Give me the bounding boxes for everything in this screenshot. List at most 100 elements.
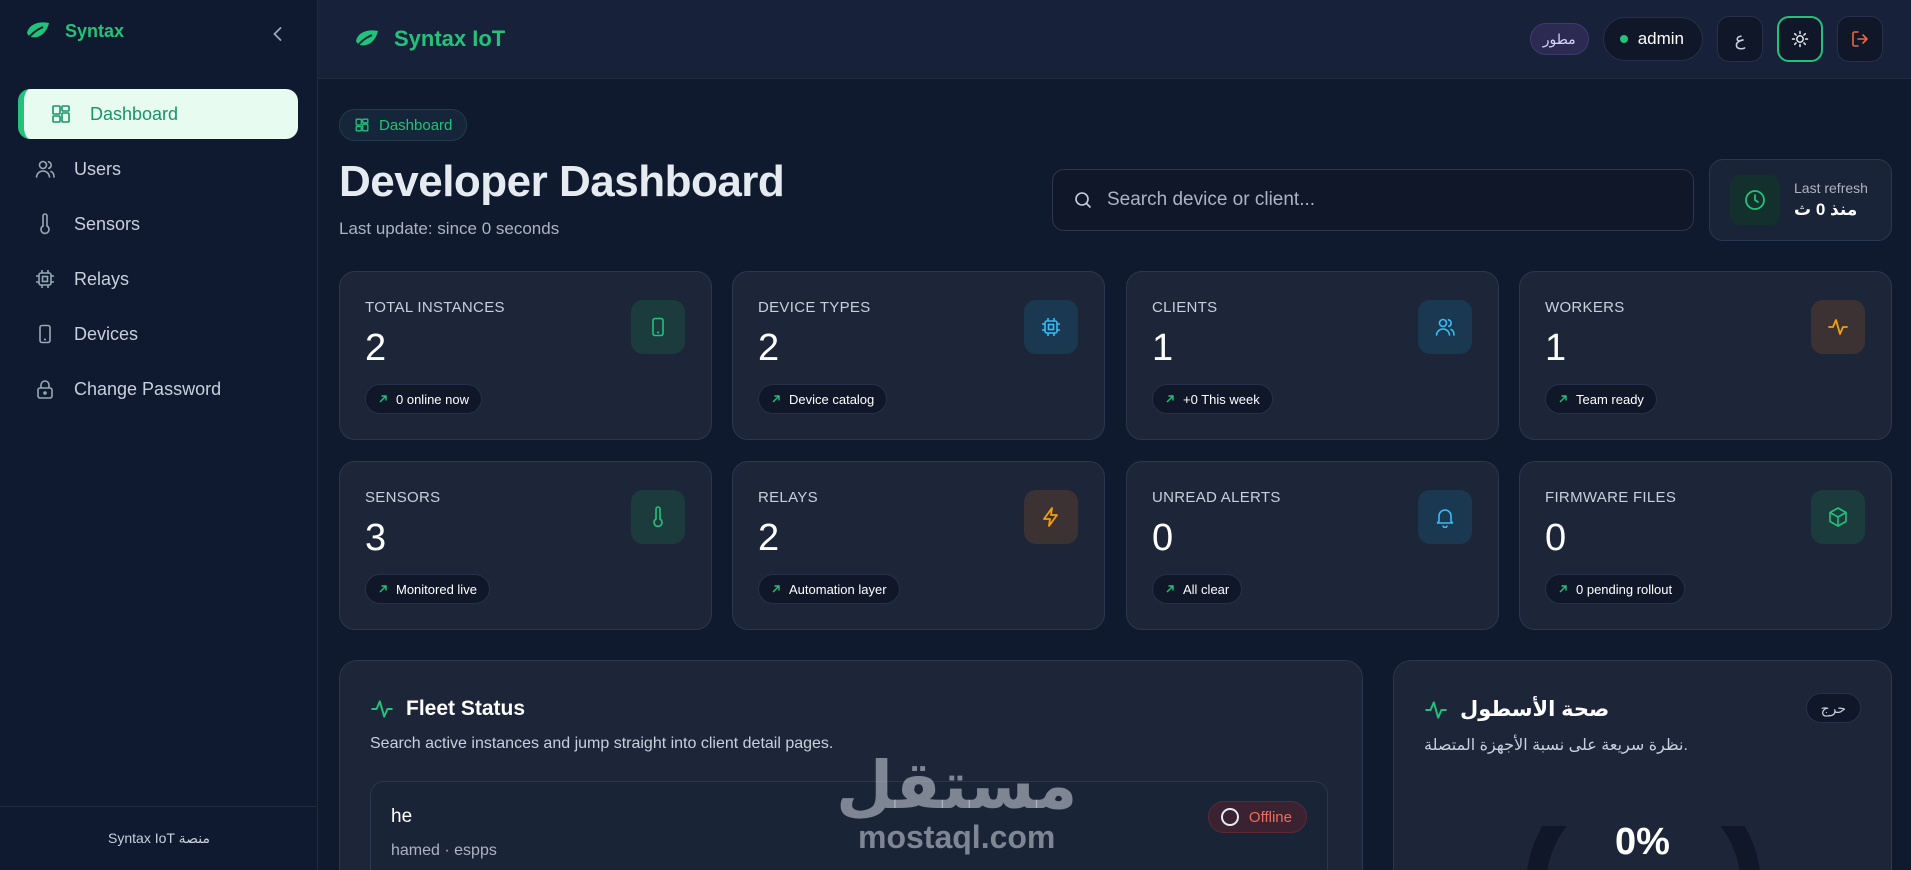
arrow-up-right-icon bbox=[379, 585, 387, 593]
fleet-item-name: he bbox=[391, 806, 413, 827]
stat-label: FIRMWARE FILES bbox=[1545, 489, 1677, 506]
tablet-icon bbox=[631, 300, 685, 354]
sidebar-item-users[interactable]: Users bbox=[18, 144, 298, 194]
stat-card-sensors[interactable]: SENSORS 3 Monitored live bbox=[339, 461, 712, 630]
stat-value: 0 bbox=[1545, 517, 1567, 559]
language-button[interactable]: ع bbox=[1717, 16, 1763, 62]
stat-label: CLIENTS bbox=[1152, 299, 1218, 316]
health-percent: 0% bbox=[1615, 821, 1670, 863]
stat-label: DEVICE TYPES bbox=[758, 299, 871, 316]
stat-badge-label: +0 This week bbox=[1183, 391, 1260, 407]
stat-badge-label: All clear bbox=[1183, 581, 1230, 597]
page-title: Developer Dashboard bbox=[339, 157, 785, 206]
stat-badge-label: Automation layer bbox=[789, 581, 887, 597]
search-box[interactable] bbox=[1052, 169, 1694, 231]
theme-toggle-button[interactable] bbox=[1777, 16, 1823, 62]
stat-badge: Device catalog bbox=[758, 384, 888, 414]
last-refresh-card: Last refresh منذ 0 ث bbox=[1709, 159, 1892, 241]
role-badge: مطور bbox=[1529, 23, 1589, 55]
stat-label: UNREAD ALERTS bbox=[1152, 489, 1281, 506]
stat-card-workers[interactable]: WORKERS 1 Team ready bbox=[1519, 271, 1892, 440]
stat-badge: Monitored live bbox=[365, 574, 490, 604]
stat-badge: 0 online now bbox=[365, 384, 482, 414]
stat-badge: Automation layer bbox=[758, 574, 900, 604]
sidebar-item-sensors[interactable]: Sensors bbox=[18, 199, 298, 249]
stat-label: TOTAL INSTANCES bbox=[365, 299, 505, 316]
logout-icon bbox=[1852, 31, 1868, 47]
sidebar-item-devices[interactable]: Devices bbox=[18, 309, 298, 359]
sidebar-item-label: Sensors bbox=[74, 213, 141, 234]
breadcrumb-label: Dashboard bbox=[379, 116, 453, 134]
stat-card-clients[interactable]: CLIENTS 1 +0 This week bbox=[1126, 271, 1499, 440]
dashboard-icon bbox=[354, 117, 370, 133]
status-badge: Offline bbox=[1207, 801, 1307, 833]
stat-value: 2 bbox=[365, 327, 387, 369]
stat-badge-label: 0 online now bbox=[396, 391, 469, 407]
stat-value: 1 bbox=[1152, 327, 1174, 369]
sidebar-item-dashboard[interactable]: Dashboard bbox=[18, 89, 298, 139]
fleet-item-meta: hamed · espps bbox=[391, 842, 497, 859]
username: admin bbox=[1637, 29, 1684, 48]
sidebar-item-change-password[interactable]: Change Password bbox=[18, 364, 298, 414]
arrow-up-right-icon bbox=[1559, 585, 1567, 593]
breadcrumb[interactable]: Dashboard bbox=[339, 109, 468, 141]
user-menu[interactable]: admin bbox=[1602, 17, 1703, 61]
stat-card-device-types[interactable]: DEVICE TYPES 2 Device catalog bbox=[732, 271, 1105, 440]
fleet-health-panel: صحة الأسطول نظرة سريعة على نسبة الأجهزة … bbox=[1393, 660, 1892, 870]
stat-card-total-instances[interactable]: TOTAL INSTANCES 2 0 online now bbox=[339, 271, 712, 440]
online-dot-icon bbox=[1619, 35, 1628, 43]
sidebar-item-label: Change Password bbox=[74, 378, 222, 399]
stat-label: RELAYS bbox=[758, 489, 818, 506]
thermometer-icon bbox=[34, 213, 56, 235]
sidebar-item-label: Relays bbox=[74, 268, 130, 289]
package-icon bbox=[1811, 490, 1865, 544]
activity-icon bbox=[371, 700, 393, 718]
fleet-status-title: Fleet Status bbox=[370, 697, 525, 721]
last-refresh-label: Last refresh bbox=[1794, 180, 1868, 196]
clock-icon bbox=[1730, 175, 1780, 225]
fleet-status-panel: Fleet Status Search active instances and… bbox=[339, 660, 1363, 870]
stat-value: 0 bbox=[1152, 517, 1174, 559]
bell-icon bbox=[1418, 490, 1472, 544]
activity-icon bbox=[1811, 300, 1865, 354]
sun-icon bbox=[1791, 30, 1809, 48]
last-refresh-value: منذ 0 ث bbox=[1794, 200, 1858, 219]
fleet-health-title-label: صحة الأسطول bbox=[1460, 698, 1610, 721]
collapse-sidebar-button[interactable] bbox=[268, 24, 288, 44]
arrow-up-right-icon bbox=[772, 585, 780, 593]
leaf-logo-icon bbox=[25, 20, 51, 42]
fleet-status-subtitle: Search active instances and jump straigh… bbox=[370, 735, 834, 752]
search-icon bbox=[1073, 190, 1093, 210]
fleet-health-title: صحة الأسطول bbox=[1424, 697, 1609, 722]
lock-icon bbox=[34, 378, 56, 400]
sidebar-item-label: Users bbox=[74, 158, 122, 179]
stat-badge-label: Team ready bbox=[1576, 391, 1644, 407]
stat-card-relays[interactable]: RELAYS 2 Automation layer bbox=[732, 461, 1105, 630]
sidebar-footer: Syntax IoT منصة bbox=[0, 806, 318, 870]
topbar-brand-label: Syntax IoT bbox=[394, 26, 506, 51]
users-icon bbox=[34, 158, 56, 180]
chevron-left-icon bbox=[273, 27, 282, 41]
stat-label: WORKERS bbox=[1545, 299, 1625, 316]
stat-badge: All clear bbox=[1152, 574, 1243, 604]
fleet-health-subtitle: نظرة سريعة على نسبة الأجهزة المتصلة. bbox=[1424, 737, 1688, 754]
arrow-up-right-icon bbox=[1166, 585, 1174, 593]
stat-card-unread-alerts[interactable]: UNREAD ALERTS 0 All clear bbox=[1126, 461, 1499, 630]
stat-badge: Team ready bbox=[1545, 384, 1657, 414]
stat-badge: 0 pending rollout bbox=[1545, 574, 1686, 604]
topbar-brand[interactable]: Syntax IoT bbox=[354, 26, 505, 52]
bolt-icon bbox=[1024, 490, 1078, 544]
stat-value: 3 bbox=[365, 517, 387, 559]
stat-card-firmware-files[interactable]: FIRMWARE FILES 0 0 pending rollout bbox=[1519, 461, 1892, 630]
topbar-actions: مطور admin ع bbox=[1529, 13, 1883, 65]
page-subtitle: Last update: since 0 seconds bbox=[339, 219, 560, 238]
sidebar-brand[interactable]: Syntax bbox=[25, 20, 124, 42]
sidebar-item-relays[interactable]: Relays bbox=[18, 254, 298, 304]
logout-button[interactable] bbox=[1837, 16, 1883, 62]
stat-badge-label: Monitored live bbox=[396, 581, 477, 597]
fleet-item[interactable]: he hamed · espps Offline bbox=[370, 781, 1328, 870]
status-ring-icon bbox=[1220, 808, 1239, 826]
stat-badge: +0 This week bbox=[1152, 384, 1273, 414]
search-input[interactable] bbox=[1107, 189, 1693, 211]
sidebar-nav: Dashboard Users Sensors Relays Devices C… bbox=[18, 89, 298, 419]
